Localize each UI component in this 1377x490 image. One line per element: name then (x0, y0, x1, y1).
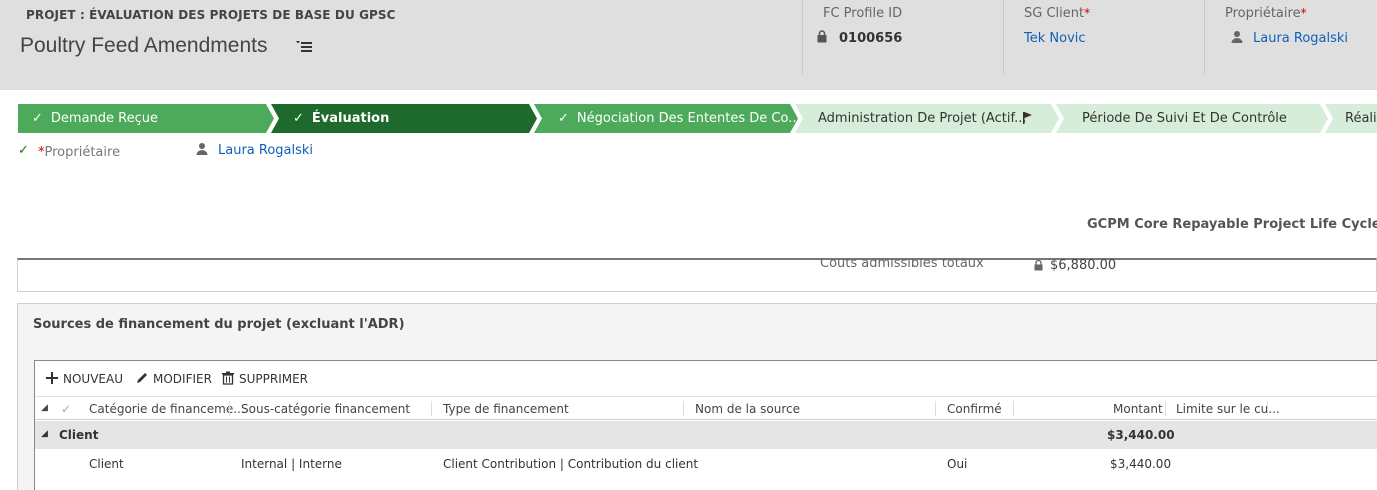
stage-demande-recue[interactable]: ✓ Demande Reçue (18, 104, 274, 133)
section-title: Sources de financement du projet (exclua… (33, 317, 405, 332)
column-header-confirmed[interactable]: Confirmé (947, 402, 1002, 416)
lock-icon (817, 30, 827, 43)
funding-sources-section: Sources de financement du projet (exclua… (17, 303, 1377, 490)
column-header-source-name[interactable]: Nom de la source (695, 402, 800, 416)
plus-icon (46, 372, 58, 384)
menu-icon (296, 41, 312, 52)
trash-icon (222, 371, 234, 385)
user-icon (1231, 31, 1243, 43)
column-header-subcategory[interactable]: Sous-catégorie financement (241, 402, 410, 416)
stage-owner-link[interactable]: Laura Rogalski (218, 143, 313, 158)
cell-subcategory: Internal | Interne (241, 457, 342, 471)
collapse-group-icon[interactable]: ◢ (41, 429, 48, 439)
stage-evaluation[interactable]: ✓ Évaluation (271, 104, 537, 133)
cell-category: Client (89, 457, 124, 471)
stage-administration[interactable]: Administration De Projet (Actif... (795, 104, 1059, 133)
pencil-icon (137, 373, 147, 383)
lock-icon (1034, 260, 1043, 271)
header-field-profile-id: FC Profile ID 0100656 (802, 0, 1003, 74)
cell-type: Client Contribution | Contribution du cl… (443, 457, 699, 471)
summary-section (17, 258, 1377, 292)
column-header-amount[interactable]: Montant (1113, 402, 1163, 416)
cell-amount: $3,440.00 (1110, 457, 1172, 471)
stage-label: Négociation Des Ententes De Co... (576, 111, 798, 126)
group-total: $3,440.00 (1107, 428, 1175, 442)
table-row[interactable]: Client Internal | Interne Client Contrib… (35, 451, 1377, 479)
business-process-bar: ✓ Demande Reçue ✓ Évaluation ✓ Négociation … (18, 104, 1377, 133)
funding-subgrid: NOUVEAU MODIFIER SUPPRIMER ◢ ✓ Catégorie… (34, 360, 1377, 490)
stage-periode-suivi[interactable]: Période De Suivi Et De Contrôle (1056, 104, 1328, 133)
sg-client-link[interactable]: Tek Novic (1024, 31, 1086, 46)
record-header: PROJET : ÉVALUATION DES PROJETS DE BASE … (0, 0, 1377, 90)
grid-column-headers: ◢ ✓ Catégorie de financeme... Sous-catég… (35, 396, 1377, 420)
stage-label: Demande Reçue (50, 111, 158, 126)
owner-link[interactable]: Laura Rogalski (1253, 31, 1348, 46)
select-all-checkbox[interactable]: ✓ (61, 402, 71, 416)
group-name: Client (59, 428, 99, 442)
collapse-all-icon[interactable]: ◢ (41, 403, 48, 413)
stage-step-label: *Propriétaire (38, 145, 121, 160)
stage-realisation[interactable]: Réalis (1325, 104, 1377, 133)
check-icon: ✓ (558, 111, 569, 126)
check-icon: ✓ (293, 111, 304, 126)
stage-label: Administration De Projet (Actif... (818, 111, 1027, 126)
delete-button[interactable]: SUPPRIMER (221, 371, 308, 386)
stage-label: Réalis (1345, 111, 1377, 126)
form-selector-icon[interactable] (296, 40, 312, 56)
edit-button[interactable]: MODIFIER (135, 371, 212, 386)
column-header-limit[interactable]: Limite sur le cu... (1176, 402, 1280, 416)
stage-step-owner: ✓ *Propriétaire Laura Rogalski (18, 141, 418, 163)
check-icon: ✓ (18, 143, 29, 158)
column-header-category[interactable]: Catégorie de financeme... (89, 402, 245, 416)
profile-id-value: 0100656 (839, 31, 903, 46)
entity-form-label: PROJET : ÉVALUATION DES PROJETS DE BASE … (26, 8, 396, 22)
new-button[interactable]: NOUVEAU (45, 371, 123, 386)
user-icon (196, 143, 208, 155)
owner-label: Propriétaire* (1225, 6, 1307, 21)
subgrid-command-bar: NOUVEAU MODIFIER SUPPRIMER (35, 361, 1377, 395)
stage-label: Période De Suivi Et De Contrôle (1082, 111, 1287, 126)
header-field-owner: Propriétaire* Laura Rogalski (1204, 0, 1377, 74)
check-icon: ✓ (32, 111, 43, 126)
stage-label: Évaluation (311, 111, 390, 126)
sg-client-label: SG Client* (1024, 6, 1091, 21)
column-header-type[interactable]: Type de financement (443, 402, 569, 416)
cell-confirmed: Oui (947, 457, 968, 471)
process-name: GCPM Core Repayable Project Life Cycle (… (1087, 217, 1377, 232)
stage-negociation[interactable]: ✓ Négociation Des Ententes De Co... (534, 104, 798, 133)
total-costs-value: $6,880.00 (1050, 258, 1117, 273)
group-row[interactable]: ◢ Client $3,440.00 (35, 421, 1377, 449)
header-field-sg-client: SG Client* Tek Novic (1003, 0, 1204, 74)
record-title: Poultry Feed Amendments (20, 34, 268, 57)
profile-id-label: FC Profile ID (823, 6, 903, 21)
flag-icon (1023, 112, 1032, 124)
